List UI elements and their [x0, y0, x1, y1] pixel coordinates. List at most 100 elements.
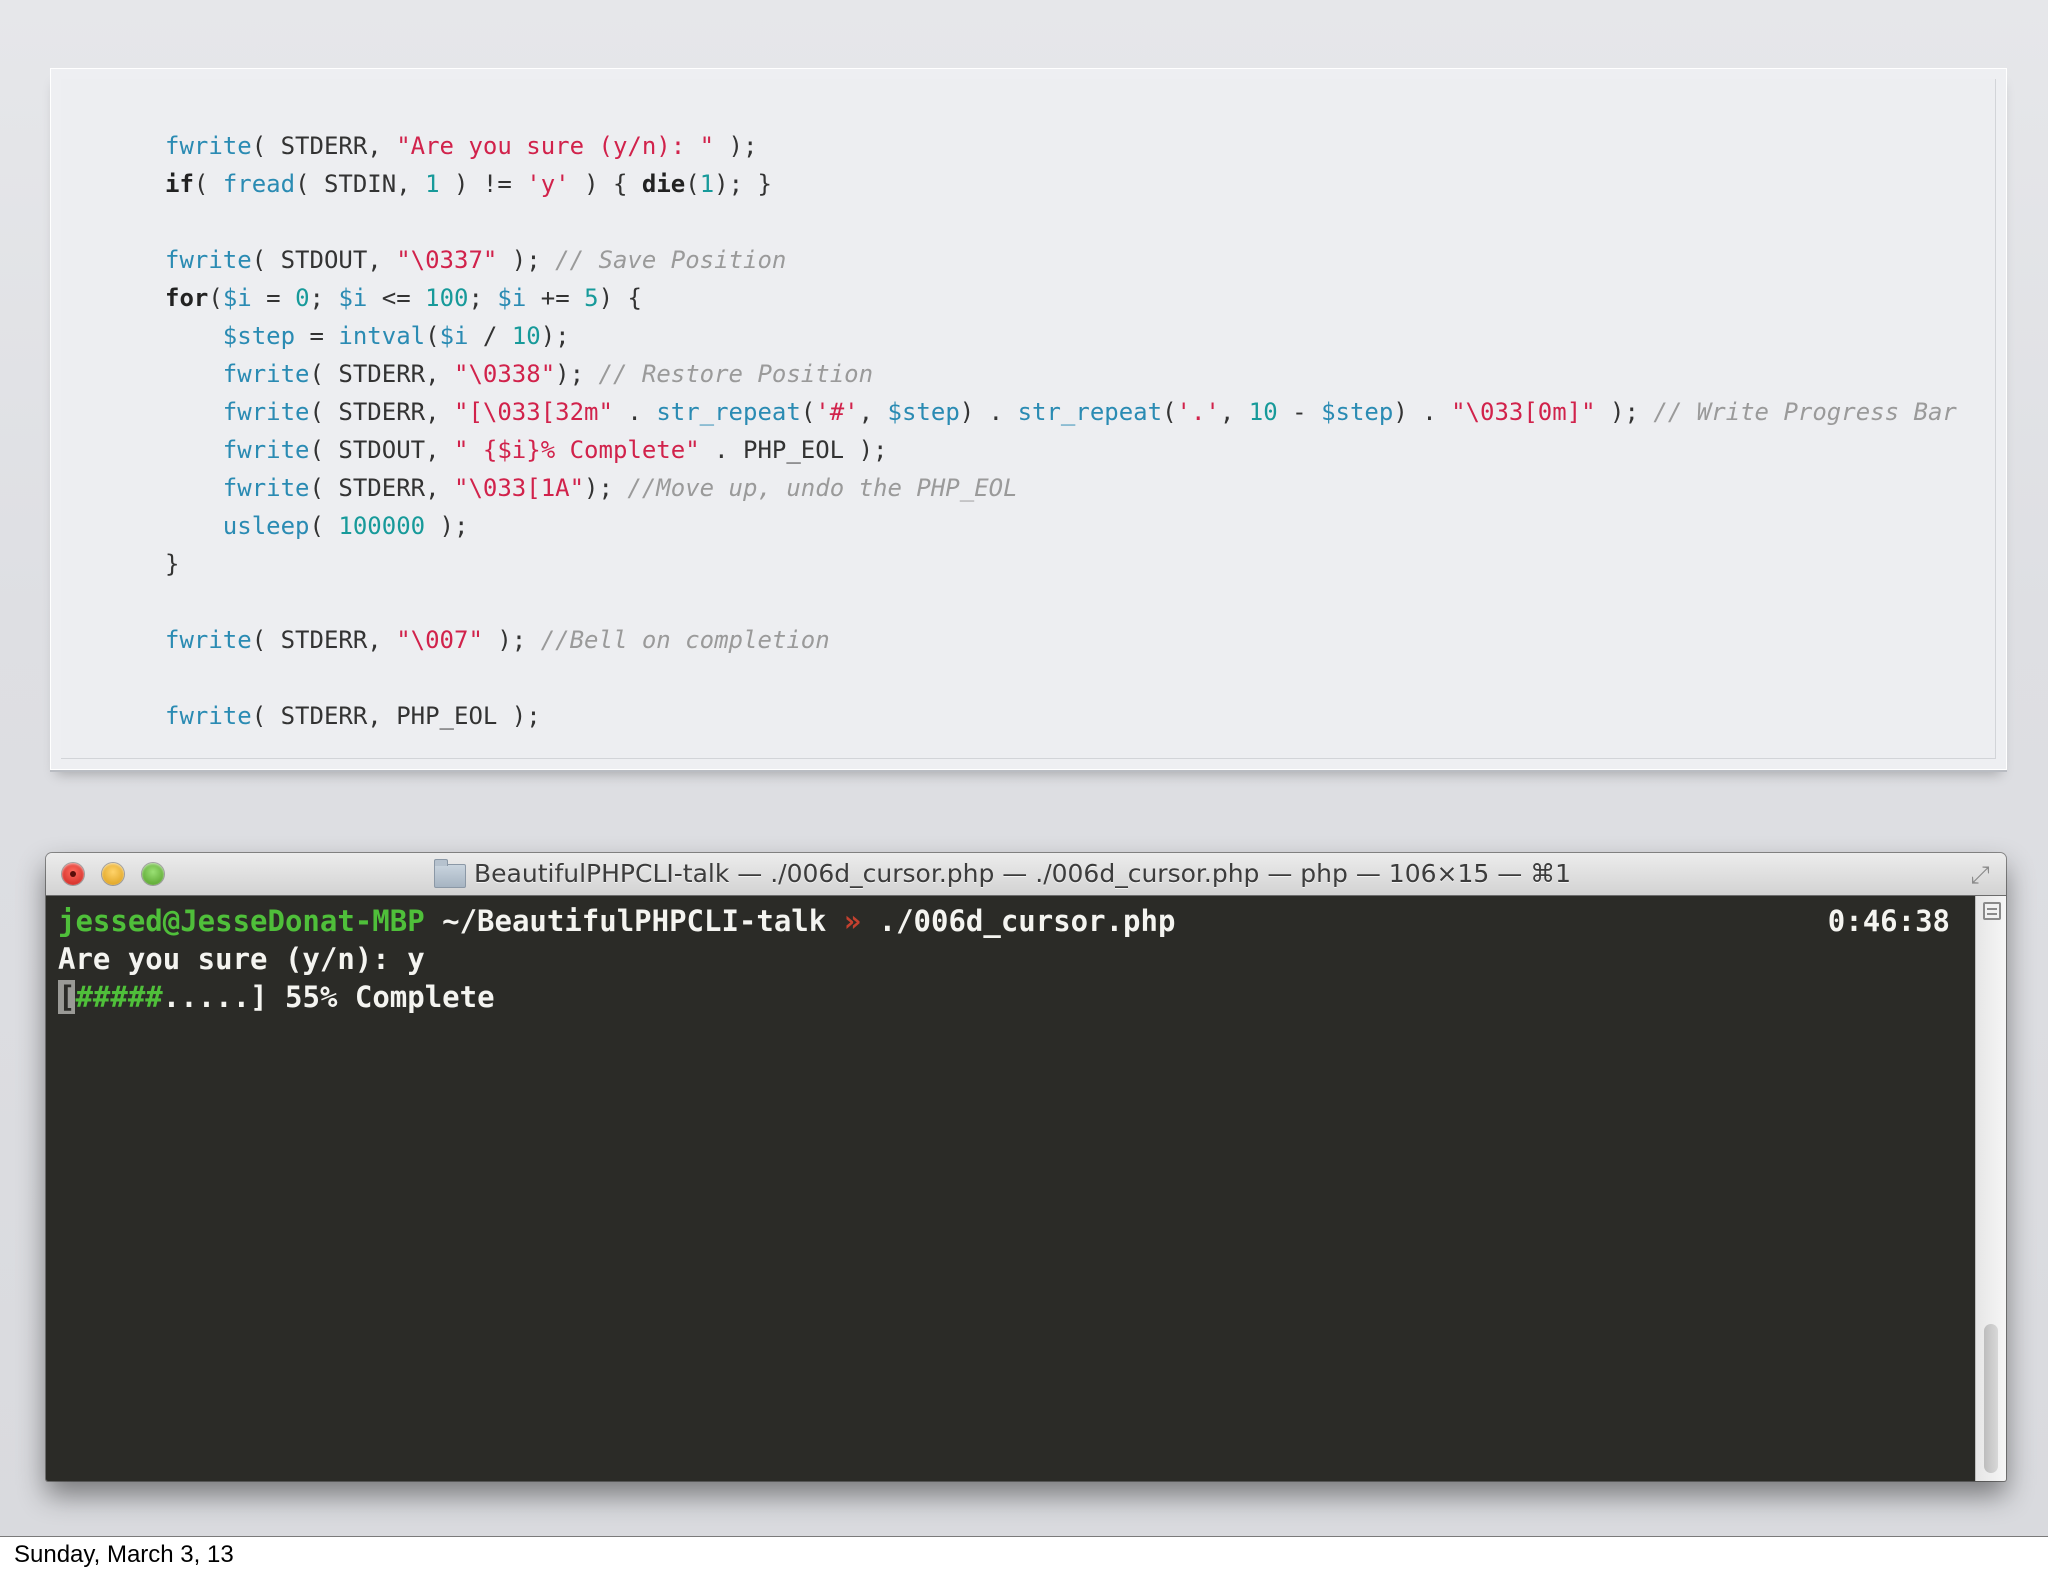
code-token: ) .	[1393, 398, 1452, 426]
code-token: . PHP_EOL );	[699, 436, 888, 464]
code-token: ) {	[598, 284, 642, 312]
code-token: );	[425, 512, 469, 540]
code-token: 1	[425, 170, 440, 198]
zoom-button[interactable]	[142, 863, 164, 885]
code-token: fwrite	[222, 436, 310, 464]
code-panel: fwrite( STDERR, "Are you sure (y/n): " )…	[50, 68, 2007, 770]
code-line: fwrite( STDERR, "\033[1A"); //Move up, u…	[165, 469, 1018, 507]
code-token: $step	[887, 398, 960, 426]
code-token: );	[482, 626, 541, 654]
code-token: ( STDERR,	[309, 398, 454, 426]
code-token: 100	[425, 284, 469, 312]
code-token: fwrite	[165, 246, 252, 274]
code-token: if	[165, 170, 194, 198]
code-token: '#'	[815, 398, 859, 426]
code-token: ;	[309, 284, 339, 312]
code-token: "[\033[32m"	[454, 398, 613, 426]
terminal-output[interactable]: jessed@JesseDonat-MBP ~/BeautifulPHPCLI-…	[46, 896, 2006, 1481]
scroll-track[interactable]	[1984, 942, 1998, 1473]
code-token: ) .	[959, 398, 1018, 426]
code-token: /	[468, 322, 512, 350]
code-token: );	[714, 132, 758, 160]
code-token: 10	[1248, 398, 1278, 426]
code-token: $i	[222, 284, 252, 312]
code-token: ( STDIN,	[295, 170, 426, 198]
code-token: ( STDERR,	[309, 474, 454, 502]
code-line: fwrite( STDERR, "\0338"); // Restore Pos…	[165, 355, 873, 393]
code-token: "\0338"	[454, 360, 556, 388]
code-line: if( fread( STDIN, 1 ) != 'y' ) { die(1);…	[165, 165, 772, 203]
code-token: ( STDERR,	[251, 132, 397, 160]
footer-date: Sunday, March 3, 13	[14, 1541, 234, 1568]
code-token: }	[165, 550, 180, 578]
code-token: (	[425, 322, 440, 350]
code-token: (	[1162, 398, 1177, 426]
code-token: fwrite	[165, 132, 252, 160]
code-token: for	[165, 284, 209, 312]
code-line: fwrite( STDOUT, " {$i}% Complete" . PHP_…	[165, 431, 888, 469]
code-token: ,	[1219, 398, 1249, 426]
close-button[interactable]	[62, 863, 84, 885]
code-token: 100000	[338, 512, 426, 540]
code-token: ( STDOUT,	[309, 436, 454, 464]
code-token: ( STDERR,	[251, 626, 397, 654]
progress-line: [#####.....] 55% Complete	[58, 978, 495, 1016]
code-token: ;	[468, 284, 498, 312]
code-token: '.'	[1176, 398, 1220, 426]
code-token: =	[295, 322, 339, 350]
code-token: (	[685, 170, 700, 198]
progress-bar-hashes: #####	[75, 980, 163, 1014]
terminal-window[interactable]: BeautifulPHPCLI-talk — ./006d_cursor.php…	[46, 853, 2006, 1481]
code-token: ); }	[714, 170, 772, 198]
code-token: );	[497, 246, 556, 274]
code-token: "Are you sure (y/n): "	[396, 132, 715, 160]
terminal-titlebar[interactable]: BeautifulPHPCLI-talk — ./006d_cursor.php…	[46, 853, 2006, 896]
code-token: fwrite	[165, 626, 252, 654]
code-token: fwrite	[222, 474, 310, 502]
code-line: fwrite( STDERR, "[\033[32m" . str_repeat…	[165, 393, 1957, 431]
code-token: 10	[511, 322, 541, 350]
code-token: ( STDERR,	[309, 360, 454, 388]
code-token: intval	[338, 322, 426, 350]
prompt-user: jessed@JesseDonat-MBP	[58, 904, 425, 938]
vertical-scrollbar[interactable]	[1975, 896, 2006, 1481]
code-token: $i	[497, 284, 527, 312]
code-token: str_repeat	[1017, 398, 1163, 426]
code-token: fread	[222, 170, 296, 198]
prompt-clock: 0:46:38	[1827, 904, 1950, 938]
code-token: // Write Progress Bar	[1653, 398, 1957, 426]
code-token: fwrite	[165, 702, 252, 730]
minimize-button[interactable]	[102, 863, 124, 885]
scroll-menu-icon[interactable]	[1983, 902, 2001, 920]
terminal-title: BeautifulPHPCLI-talk — ./006d_cursor.php…	[474, 859, 1572, 888]
code-token: =	[251, 284, 296, 312]
code-token: $i	[338, 284, 368, 312]
prompt-line: jessed@JesseDonat-MBP ~/BeautifulPHPCLI-…	[58, 902, 1175, 940]
code-token: ) {	[569, 170, 642, 198]
code-token: // Restore Position	[598, 360, 874, 388]
code-token: //Bell on completion	[540, 626, 830, 654]
code-token: //Move up, undo the PHP_EOL	[627, 474, 1018, 502]
code-token: "\0337"	[396, 246, 498, 274]
code-token: " {$i}% Complete"	[454, 436, 700, 464]
code-line: fwrite( STDERR, PHP_EOL );	[165, 697, 541, 735]
code-token: usleep	[222, 512, 310, 540]
progress-bar-open: [	[58, 980, 76, 1014]
folder-icon	[434, 859, 466, 888]
question-line: Are you sure (y/n): y	[58, 942, 425, 976]
code-line: fwrite( STDERR, "Are you sure (y/n): " )…	[165, 127, 757, 165]
code-token: ) !=	[439, 170, 527, 198]
code-token: "\033[1A"	[454, 474, 585, 502]
code-token: ( STDOUT,	[251, 246, 397, 274]
code-block: fwrite( STDERR, "Are you sure (y/n): " )…	[61, 79, 1996, 759]
progress-text: 55% Complete	[267, 980, 495, 1014]
code-token: 'y'	[526, 170, 570, 198]
code-token: 5	[584, 284, 599, 312]
scroll-thumb[interactable]	[1984, 1324, 1998, 1473]
code-token: );	[555, 360, 599, 388]
resize-icon[interactable]: ⤢	[1966, 861, 1994, 889]
code-token: $i	[439, 322, 469, 350]
